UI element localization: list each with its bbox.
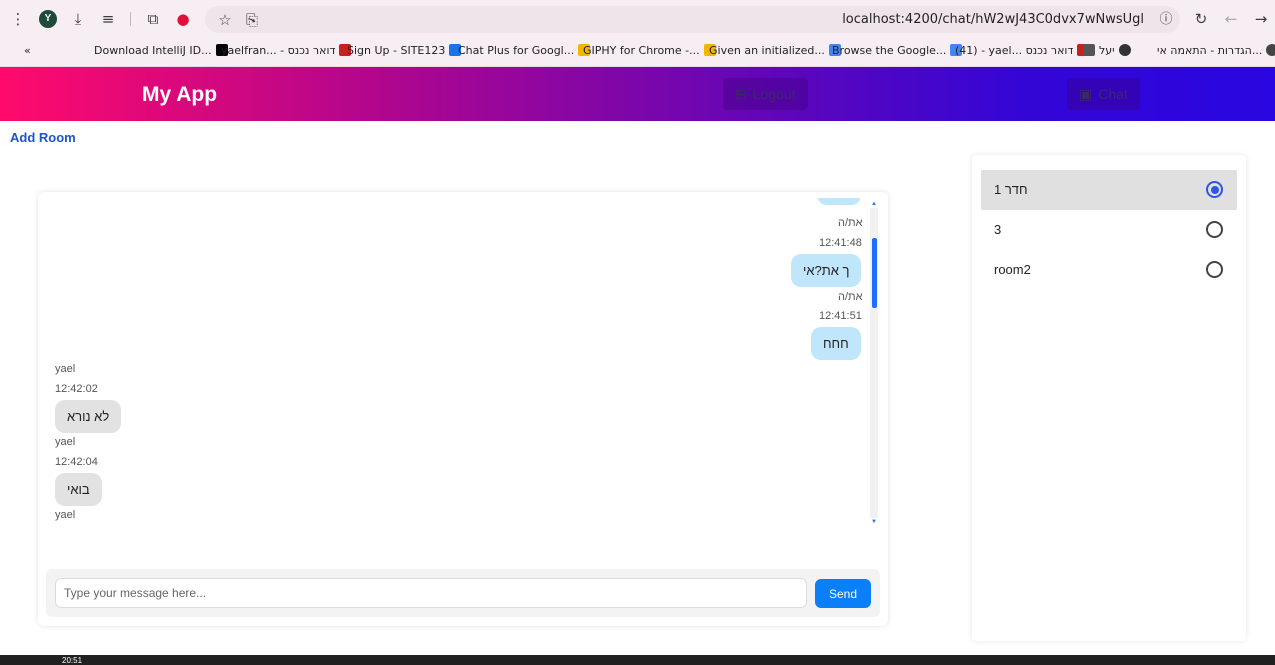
bookmark-label: הגדרות - התאמה אי...: [1157, 44, 1263, 57]
room-list: חדר 1 3 room2: [972, 155, 1246, 641]
bookmark-label: Download IntelliJ ID...: [94, 44, 212, 57]
chat-icon: ▣: [1079, 86, 1093, 102]
room-label: 3: [994, 222, 1002, 237]
bookmark-label: yaelfran... - דואר נכנס: [221, 44, 336, 57]
bookmarks-bar: « Download IntelliJ ID... yaelfran... - …: [0, 38, 1275, 67]
add-room-link[interactable]: Add Room: [10, 130, 76, 145]
bookmark-item[interactable]: Chat Plus for Googl...: [458, 44, 591, 57]
bookmark-item[interactable]: יעל: [1083, 44, 1131, 57]
forward-icon[interactable]: ←: [1221, 9, 1241, 29]
message-input[interactable]: [55, 578, 807, 608]
bookmark-item[interactable]: (41) - yael... דואר נכנס: [955, 44, 1090, 57]
chat-panel: את/ה 12:41:48 ך את?אי את/ה 12:41:51 חחח …: [38, 192, 888, 626]
scroll-up-icon[interactable]: ▲: [870, 200, 878, 208]
send-button[interactable]: Send: [815, 579, 871, 608]
address-bar[interactable]: ☆ ⎘ localhost:4200/chat/hW2wJ43C0dvx7wNw…: [205, 6, 1180, 33]
room-item[interactable]: room2: [981, 250, 1237, 290]
bookmark-label: Chat Plus for Googl...: [458, 44, 575, 57]
os-taskbar: 20:51: [0, 655, 1275, 665]
room-item[interactable]: 3: [981, 210, 1237, 250]
chat-button[interactable]: ▣ Chat: [1067, 78, 1140, 110]
bookmark-label: Given an initialized...: [709, 44, 825, 57]
bookmark-label: (41) - yael... דואר נכנס: [955, 44, 1074, 57]
message-time: 12:42:02: [55, 383, 98, 395]
bookmark-item[interactable]: Browse the Google...: [832, 44, 963, 57]
translate-icon[interactable]: ⎘: [242, 10, 262, 30]
message-bubble: חחח: [811, 327, 861, 360]
message-time: 12:42:04: [55, 456, 98, 468]
room-radio[interactable]: [1206, 221, 1223, 238]
room-label: room2: [994, 262, 1031, 277]
scroll-down-icon[interactable]: ▼: [870, 518, 878, 526]
message-sender: yael: [55, 509, 76, 521]
scroll-thumb[interactable]: [872, 238, 877, 308]
reading-list-icon[interactable]: ≡: [98, 9, 118, 29]
message-bubble: לא נורא: [55, 400, 122, 433]
message-bubble: ך את?אי: [791, 254, 862, 287]
app-header: My App ⊟ Logout ▣ Chat: [0, 67, 1275, 121]
room-label: חדר 1: [994, 182, 1028, 197]
bookmark-star-icon[interactable]: ☆: [215, 10, 235, 30]
bookmark-item[interactable]: GIPHY for Chrome -...: [583, 44, 716, 57]
user-icon: [1083, 44, 1095, 56]
room-radio[interactable]: [1206, 181, 1223, 198]
room-item[interactable]: חדר 1: [981, 170, 1237, 210]
bookmark-item[interactable]: Given an initialized...: [709, 44, 841, 57]
message-bubble: [817, 198, 861, 205]
room-radio[interactable]: [1206, 261, 1223, 278]
message-time: 12:41:51: [819, 310, 862, 322]
bookmark-item[interactable]: הגדרות - התאמה אי...: [1157, 44, 1275, 57]
globe-icon: [1118, 44, 1131, 56]
extensions-icon[interactable]: ⧉: [143, 9, 163, 29]
back-icon[interactable]: →: [1251, 9, 1271, 29]
clock: 20:51: [62, 656, 83, 665]
more-menu-icon[interactable]: ⋮: [8, 9, 28, 29]
message-list[interactable]: את/ה 12:41:48 ך את?אי את/ה 12:41:51 חחח …: [50, 198, 872, 524]
bookmark-item[interactable]: Sign Up - SITE123: [347, 44, 462, 57]
bookmarks-overflow-icon[interactable]: «: [24, 44, 31, 57]
chat-label: Chat: [1098, 86, 1128, 102]
download-icon[interactable]: ⤓: [68, 9, 88, 29]
bookmark-label: GIPHY for Chrome -...: [583, 44, 700, 57]
message-time: 12:41:48: [819, 237, 862, 249]
profile-avatar[interactable]: Y: [39, 10, 57, 28]
site-info-icon[interactable]: ⓘ: [1156, 10, 1176, 30]
bookmark-label: Sign Up - SITE123: [347, 44, 446, 57]
message-sender: את/ה: [838, 291, 863, 303]
app-brand[interactable]: My App: [142, 83, 217, 107]
message-sender: את/ה: [838, 217, 863, 229]
logout-icon: ⊟: [735, 86, 747, 102]
message-sender: yael: [55, 436, 76, 448]
logout-button[interactable]: ⊟ Logout: [723, 78, 808, 110]
composer: Send: [46, 569, 880, 617]
browser-toolbar: ⋮ Y ⤓ ≡ ⧉ ● ☆ ⎘ localhost:4200/chat/hW2w…: [0, 0, 1275, 38]
bookmark-item[interactable]: yaelfran... - דואר נכנס: [221, 44, 352, 57]
message-sender: yael: [55, 363, 76, 375]
reload-icon[interactable]: ↻: [1191, 9, 1211, 29]
url-text[interactable]: localhost:4200/chat/hW2wJ43C0dvx7wNwsUgl: [842, 12, 1144, 27]
settings-icon: [1266, 44, 1275, 56]
message-bubble: בואי: [55, 473, 102, 506]
bookmark-item[interactable]: Download IntelliJ ID...: [94, 44, 228, 57]
logout-label: Logout: [752, 86, 796, 102]
toolbar-divider: [130, 12, 131, 26]
ghost-extension-icon[interactable]: ●: [173, 9, 193, 29]
message-scrollbar[interactable]: ▲ ▼: [870, 200, 878, 526]
bookmark-label: יעל: [1099, 44, 1115, 57]
bookmark-label: Browse the Google...: [832, 44, 947, 57]
